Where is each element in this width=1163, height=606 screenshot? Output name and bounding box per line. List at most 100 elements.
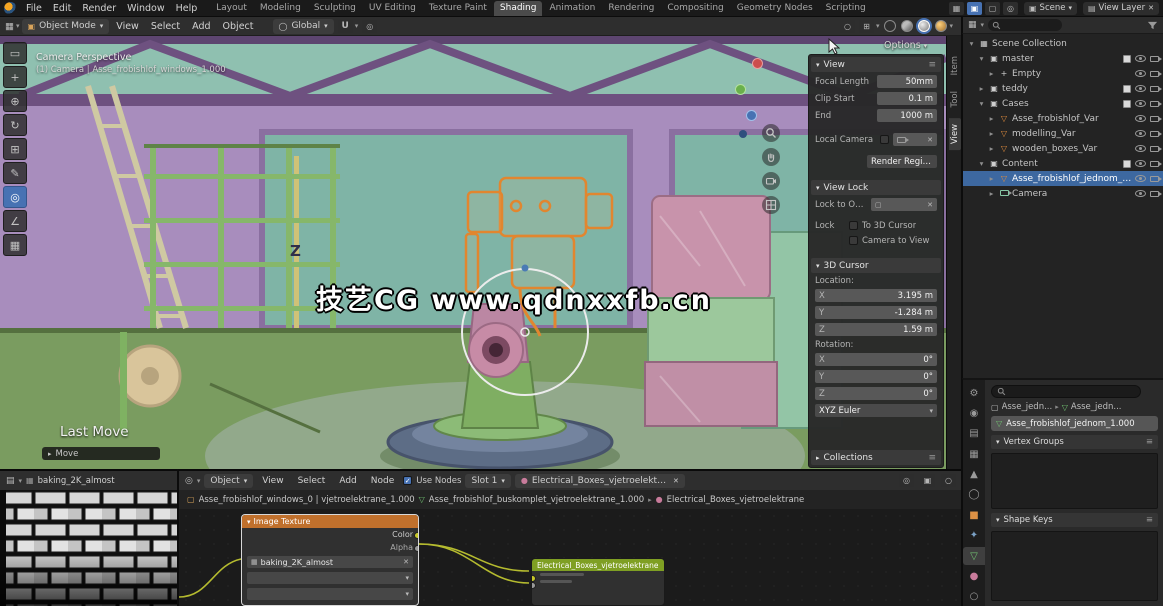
eye-icon[interactable] bbox=[1135, 160, 1146, 167]
color-socket[interactable] bbox=[414, 532, 419, 539]
panel-menu-icon[interactable] bbox=[928, 60, 936, 70]
tool-add-cube[interactable] bbox=[3, 234, 27, 256]
camera-visibility-icon[interactable] bbox=[1150, 146, 1159, 152]
unlink-icon[interactable] bbox=[403, 558, 409, 566]
tool-scale[interactable] bbox=[3, 138, 27, 160]
editor-toggle-icon[interactable] bbox=[949, 2, 964, 15]
editor-type-icon[interactable] bbox=[185, 476, 193, 486]
camera-visibility-icon[interactable] bbox=[1150, 191, 1159, 197]
image-name[interactable]: baking_2K_almost bbox=[38, 476, 115, 486]
outliner-row[interactable]: wooden_boxes_Var bbox=[963, 141, 1163, 156]
snap-options-chevron-icon[interactable] bbox=[355, 22, 359, 30]
workspace-tab-modeling[interactable]: Modeling bbox=[254, 1, 307, 16]
shader-mode-dropdown[interactable]: Object bbox=[204, 474, 253, 488]
divider[interactable] bbox=[961, 17, 962, 606]
n-panel-tab-view[interactable]: View bbox=[949, 118, 961, 150]
eye-icon[interactable] bbox=[1135, 115, 1146, 122]
n-panel-tab-tool[interactable]: Tool bbox=[949, 85, 961, 114]
eye-icon[interactable] bbox=[1135, 100, 1146, 107]
workspace-tab-animation[interactable]: Animation bbox=[543, 1, 601, 16]
disclosure-icon[interactable] bbox=[987, 189, 996, 198]
disclosure-icon[interactable] bbox=[977, 54, 986, 63]
shape-keys-panel-header[interactable]: Shape Keys bbox=[991, 513, 1158, 527]
camera-visibility-icon[interactable] bbox=[1150, 86, 1159, 92]
cursor-rot-z-field[interactable]: Z 0° bbox=[815, 387, 937, 400]
operator-panel[interactable]: Move bbox=[42, 447, 160, 460]
vertex-groups-list[interactable] bbox=[991, 453, 1158, 509]
menu-select[interactable]: Select bbox=[146, 21, 185, 32]
menu-help[interactable]: Help bbox=[171, 3, 203, 14]
editor-type-icon[interactable] bbox=[5, 21, 14, 32]
disclosure-icon[interactable] bbox=[967, 39, 976, 48]
eye-icon[interactable] bbox=[1135, 70, 1146, 77]
filter-icon[interactable] bbox=[1147, 20, 1158, 31]
exclude-checkbox[interactable] bbox=[1123, 160, 1131, 168]
outliner-row-selected[interactable]: Asse_frobishlof_jednom_1.000 bbox=[963, 171, 1163, 186]
material-selector[interactable]: Electrical_Boxes_vjetroelektrane bbox=[515, 474, 685, 488]
preview-toggle-icon[interactable] bbox=[899, 474, 914, 487]
local-camera-checkbox[interactable] bbox=[880, 135, 889, 144]
blender-logo-icon[interactable] bbox=[4, 2, 17, 15]
image-editor-canvas[interactable] bbox=[0, 490, 178, 606]
camera-to-view-checkbox[interactable] bbox=[849, 236, 858, 245]
clear-icon[interactable] bbox=[927, 136, 933, 144]
snap-magnet-icon[interactable]: U bbox=[338, 20, 353, 33]
camera-view-button[interactable] bbox=[762, 172, 780, 190]
disclosure-icon[interactable] bbox=[987, 69, 996, 78]
eye-icon[interactable] bbox=[1135, 175, 1146, 182]
node-header[interactable]: Image Texture bbox=[242, 515, 418, 528]
shading-solid-icon[interactable] bbox=[901, 20, 913, 32]
workspace-tab-layout[interactable]: Layout bbox=[210, 1, 253, 16]
disclosure-icon[interactable] bbox=[987, 174, 996, 183]
disclosure-icon[interactable] bbox=[977, 84, 986, 93]
outliner-row[interactable]: master bbox=[963, 51, 1163, 66]
view-panel-header[interactable]: View bbox=[811, 57, 941, 72]
outliner-row[interactable]: Camera bbox=[963, 186, 1163, 201]
view-lock-panel-header[interactable]: View Lock bbox=[811, 180, 941, 195]
tool-measure[interactable] bbox=[3, 210, 27, 232]
path-material[interactable]: Electrical_Boxes_vjetroelektrane bbox=[667, 495, 805, 505]
menu-file[interactable]: File bbox=[21, 3, 47, 14]
proportional-editing-icon[interactable] bbox=[362, 20, 377, 33]
eye-icon[interactable] bbox=[1135, 130, 1146, 137]
workspace-tab-geometry-nodes[interactable]: Geometry Nodes bbox=[731, 1, 819, 16]
menu-view[interactable]: View bbox=[111, 21, 144, 32]
path-mesh[interactable]: Asse_frobishlof_buskomplet_vjetroelektra… bbox=[429, 495, 644, 505]
editor-type-icon[interactable] bbox=[968, 20, 977, 30]
to-3d-cursor-checkbox[interactable] bbox=[849, 221, 858, 230]
tab-world[interactable] bbox=[963, 486, 985, 504]
rotation-mode-dropdown[interactable]: XYZ Euler bbox=[815, 404, 937, 417]
tab-modifiers[interactable] bbox=[963, 527, 985, 545]
mode-dropdown[interactable]: Object Mode bbox=[22, 19, 110, 34]
outliner-row[interactable]: Empty bbox=[963, 66, 1163, 81]
disclosure-icon[interactable] bbox=[987, 144, 996, 153]
disclosure-icon[interactable] bbox=[987, 114, 996, 123]
datablock-name-field[interactable]: Asse_frobishlof_jednom_1.000 bbox=[991, 416, 1158, 431]
menu-render[interactable]: Render bbox=[77, 3, 121, 14]
eye-icon[interactable] bbox=[1135, 145, 1146, 152]
divider[interactable] bbox=[177, 469, 178, 606]
interpolation-dropdown[interactable] bbox=[247, 572, 413, 584]
cursor-loc-z-field[interactable]: Z 1.59 m bbox=[815, 323, 937, 336]
orientation-dropdown[interactable]: Global bbox=[273, 19, 334, 34]
properties-search[interactable] bbox=[991, 385, 1141, 398]
camera-visibility-icon[interactable] bbox=[1150, 101, 1159, 107]
exclude-checkbox[interactable] bbox=[1123, 55, 1131, 63]
editor-type-icon[interactable] bbox=[6, 476, 15, 486]
workspace-tab-shading[interactable]: Shading bbox=[494, 1, 543, 16]
use-nodes-checkbox[interactable] bbox=[403, 476, 412, 485]
shading-material-icon[interactable] bbox=[918, 20, 930, 32]
input-socket[interactable] bbox=[531, 582, 536, 589]
eye-icon[interactable] bbox=[1135, 55, 1146, 62]
menu-add[interactable]: Add bbox=[187, 21, 215, 32]
vertex-groups-panel-header[interactable]: Vertex Groups bbox=[991, 435, 1158, 449]
workspace-tab-sculpting[interactable]: Sculpting bbox=[308, 1, 362, 16]
eye-icon[interactable] bbox=[1135, 85, 1146, 92]
tab-render[interactable] bbox=[963, 404, 985, 422]
node-header[interactable]: Electrical_Boxes_vjetroelektrane bbox=[532, 559, 664, 571]
lock-to-object-field[interactable] bbox=[871, 198, 937, 211]
scene-selector[interactable]: Scene bbox=[1024, 2, 1077, 15]
disclosure-icon[interactable] bbox=[987, 129, 996, 138]
tab-physics[interactable] bbox=[963, 588, 985, 606]
tab-tool[interactable] bbox=[963, 384, 985, 402]
